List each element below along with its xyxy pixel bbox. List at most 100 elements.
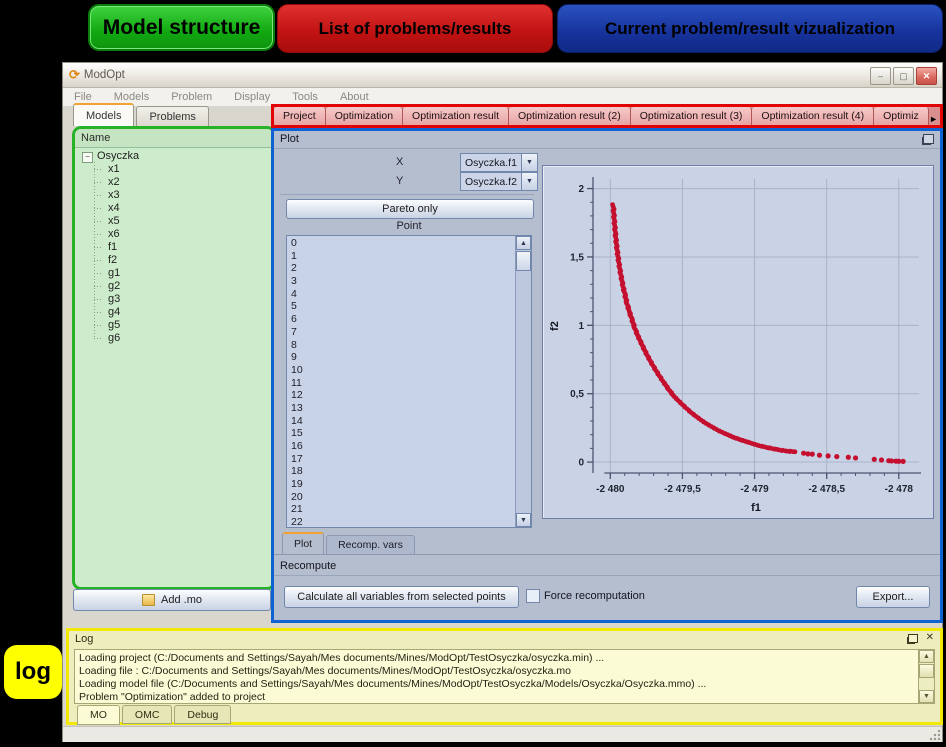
annotation-current-viz: Current problem/result vizualization [557, 4, 943, 53]
menu-problem[interactable]: Problem [160, 91, 223, 103]
menu-about[interactable]: About [329, 91, 380, 103]
point-list-item[interactable]: 3 [287, 275, 515, 288]
tree-item-g4[interactable]: g4 [75, 306, 273, 319]
result-tab-optimization-result-4-[interactable]: Optimization result (4) [752, 107, 874, 125]
plot-bottom-tab-bar: PlotRecomp. vars [274, 534, 940, 555]
point-list-item[interactable]: 16 [287, 440, 515, 453]
tree-item-x3[interactable]: x3 [75, 189, 273, 202]
tree-header-name: Name [75, 129, 273, 148]
scroll-up-icon[interactable]: ▲ [919, 650, 934, 663]
collapse-expander-icon[interactable]: − [82, 152, 93, 163]
point-list-item[interactable]: 11 [287, 377, 515, 390]
y-axis-label: Y [396, 175, 403, 187]
point-list-item[interactable]: 19 [287, 478, 515, 491]
point-list-item[interactable]: 14 [287, 415, 515, 428]
tree-item-g5[interactable]: g5 [75, 319, 273, 332]
point-list-item[interactable]: 9 [287, 351, 515, 364]
tree-item-root[interactable]: Osyczka− [75, 150, 273, 163]
log-tab-debug[interactable]: Debug [174, 705, 231, 724]
svg-text:-2 478: -2 478 [885, 484, 914, 495]
menu-models[interactable]: Models [103, 91, 160, 103]
point-list-item[interactable]: 6 [287, 313, 515, 326]
y-variable-select[interactable]: Osyczka.f2 ▼ [460, 172, 538, 191]
result-tab-optimization-result-2-[interactable]: Optimization result (2) [509, 107, 631, 125]
tree-item-x5[interactable]: x5 [75, 215, 273, 228]
point-list-item[interactable]: 12 [287, 389, 515, 402]
result-tab-optimization-result[interactable]: Optimization result [403, 107, 509, 125]
log-tab-mo[interactable]: MO [77, 705, 120, 725]
tree-item-x2[interactable]: x2 [75, 176, 273, 189]
pareto-scatter-plot[interactable]: -2 480-2 479,5-2 479-2 478,5-2 47800,511… [542, 165, 934, 519]
log-tab-omc[interactable]: OMC [122, 705, 173, 724]
x-variable-select[interactable]: Osyczka.f1 ▼ [460, 153, 538, 172]
point-list[interactable]: 01234567891011121314151617181920212223 ▲… [286, 235, 532, 528]
float-dock-icon[interactable] [908, 634, 918, 643]
result-tab-project[interactable]: Project [274, 107, 326, 125]
svg-text:-2 478,5: -2 478,5 [808, 484, 845, 495]
add-mo-button[interactable]: Add .mo [73, 589, 271, 611]
scrollbar-thumb[interactable] [919, 664, 934, 678]
point-list-item[interactable]: 18 [287, 465, 515, 478]
menu-display[interactable]: Display [223, 91, 281, 103]
point-list-scrollbar[interactable]: ▲ ▼ [515, 236, 531, 527]
titlebar[interactable]: ⟳ ModOpt – ▢ ✕ [63, 63, 942, 88]
svg-text:-2 479,5: -2 479,5 [664, 484, 701, 495]
tree-item-x1[interactable]: x1 [75, 163, 273, 176]
point-list-item[interactable]: 2 [287, 262, 515, 275]
force-recomputation-label: Force recomputation [544, 590, 645, 602]
tree-item-f2[interactable]: f2 [75, 254, 273, 267]
calculate-variables-button[interactable]: Calculate all variables from selected po… [284, 586, 519, 608]
plot-tab-plot[interactable]: Plot [282, 532, 324, 554]
export-button[interactable]: Export... [856, 586, 930, 608]
close-dock-icon[interactable]: ✕ [926, 633, 934, 643]
resize-grip[interactable] [930, 730, 941, 741]
scroll-up-icon[interactable]: ▲ [516, 236, 531, 250]
tree-item-x4[interactable]: x4 [75, 202, 273, 215]
point-list-item[interactable]: 13 [287, 402, 515, 415]
log-scrollbar[interactable]: ▲ ▼ [918, 650, 934, 703]
close-button[interactable]: ✕ [916, 67, 937, 85]
screenshot-canvas: Model structure List of problems/results… [0, 0, 946, 747]
log-output[interactable]: Loading project (C:/Documents and Settin… [74, 649, 935, 704]
point-list-item[interactable]: 0 [287, 237, 515, 250]
result-tab-optimization-result-3-[interactable]: Optimization result (3) [631, 107, 753, 125]
point-list-item[interactable]: 5 [287, 300, 515, 313]
tree-item-x6[interactable]: x6 [75, 228, 273, 241]
scrollbar-thumb[interactable] [516, 251, 531, 271]
point-list-item[interactable]: 8 [287, 339, 515, 352]
force-recomputation-checkbox[interactable] [526, 589, 540, 603]
tab-scroll-right-icon[interactable]: ► [929, 114, 938, 124]
scroll-down-icon[interactable]: ▼ [516, 513, 531, 527]
chevron-down-icon[interactable]: ▼ [521, 154, 537, 171]
pareto-only-button[interactable]: Pareto only [286, 199, 534, 219]
point-list-item[interactable]: 7 [287, 326, 515, 339]
minimize-button[interactable]: – [870, 67, 891, 85]
menu-file[interactable]: File [63, 91, 103, 103]
point-list-item[interactable]: 4 [287, 288, 515, 301]
maximize-button[interactable]: ▢ [893, 67, 914, 85]
point-list-item[interactable]: 15 [287, 427, 515, 440]
point-list-item[interactable]: 20 [287, 491, 515, 504]
plot-tab-recomp-vars[interactable]: Recomp. vars [326, 535, 415, 554]
tree-item-f1[interactable]: f1 [75, 241, 273, 254]
tree-item-g2[interactable]: g2 [75, 280, 273, 293]
tree-item-g6[interactable]: g6 [75, 332, 273, 345]
result-tab-optimiz[interactable]: Optimiz [874, 107, 929, 125]
menu-tools[interactable]: Tools [281, 91, 329, 103]
point-list-item[interactable]: 10 [287, 364, 515, 377]
point-list-item[interactable]: 1 [287, 250, 515, 263]
statusbar [63, 726, 942, 742]
tree-item-g3[interactable]: g3 [75, 293, 273, 306]
chevron-down-icon[interactable]: ▼ [521, 173, 537, 190]
result-tab-optimization[interactable]: Optimization [326, 107, 403, 125]
point-list-item[interactable]: 17 [287, 453, 515, 466]
tab-problems[interactable]: Problems [136, 106, 208, 126]
scroll-down-icon[interactable]: ▼ [919, 690, 934, 703]
float-dock-icon[interactable] [923, 134, 934, 144]
point-list-item[interactable]: 22 [287, 516, 515, 528]
svg-text:f2: f2 [549, 321, 561, 331]
point-list-item[interactable]: 21 [287, 503, 515, 516]
tab-models[interactable]: Models [73, 103, 134, 126]
tree-item-g1[interactable]: g1 [75, 267, 273, 280]
left-tab-bar: ModelsProblems [73, 105, 211, 126]
